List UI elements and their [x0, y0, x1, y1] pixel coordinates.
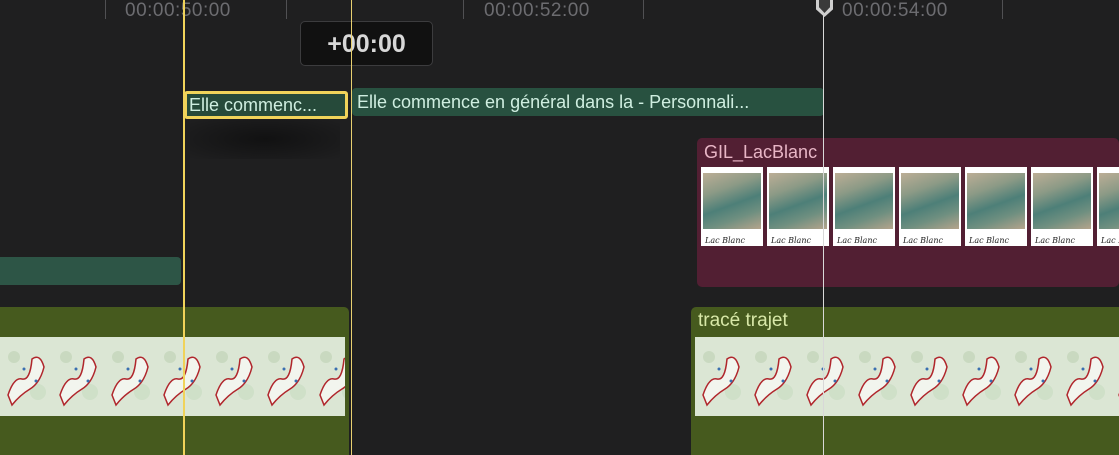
thumbnail: Lac Blanc [965, 167, 1027, 246]
map-thumbnail [695, 337, 747, 416]
timeline-ruler[interactable]: 00:00:50:00 00:00:52:00 00:00:54:00 [0, 0, 1119, 22]
ruler-timecode: 00:00:54:00 [842, 0, 948, 21]
map-thumbnail [1111, 337, 1119, 416]
map-thumbnail [903, 337, 955, 416]
filmstrip [695, 337, 1119, 416]
title-clip[interactable]: Elle commence en général dans la - Perso… [352, 88, 824, 116]
thumbnail: Lac Blanc [833, 167, 895, 246]
trim-delta-readout: +00:00 [300, 21, 433, 66]
thumbnail: Lac Blanc [767, 167, 829, 246]
drop-shadow [190, 119, 340, 159]
playhead-line[interactable] [823, 0, 824, 455]
ruler-tick [105, 0, 106, 19]
ruler-tick [1002, 0, 1003, 19]
map-thumbnail [851, 337, 903, 416]
map-thumbnail [0, 337, 52, 416]
video-clip-lacblanc[interactable]: GIL_LacBlanc Lac Blanc Lac Blanc Lac Bla… [697, 138, 1119, 287]
map-thumbnail [104, 337, 156, 416]
filmstrip: Lac Blanc Lac Blanc Lac Blanc Lac Blanc … [701, 167, 1119, 246]
ruler-timecode: 00:00:52:00 [484, 0, 590, 21]
ruler-tick [286, 0, 287, 19]
map-thumbnail [260, 337, 312, 416]
clip-name: tracé trajet [698, 310, 788, 331]
filmstrip [0, 337, 345, 416]
video-clip-trace-trajet[interactable]: tracé trajet [691, 307, 1119, 455]
map-thumbnail [747, 337, 799, 416]
thumbnail: Lac Blanc [1097, 167, 1119, 246]
edit-point-line [351, 0, 352, 455]
clip-name: GIL_LacBlanc [704, 142, 818, 162]
map-thumbnail [52, 337, 104, 416]
map-thumbnail [1059, 337, 1111, 416]
map-thumbnail [955, 337, 1007, 416]
ruler-timecode: 00:00:50:00 [125, 0, 231, 21]
thumbnail: Lac Blanc [899, 167, 961, 246]
map-thumbnail [1007, 337, 1059, 416]
thumbnail: Lac Blanc [1031, 167, 1093, 246]
map-thumbnail [208, 337, 260, 416]
ruler-tick [463, 0, 464, 19]
video-clip-primary-left[interactable] [0, 307, 349, 455]
connected-title-clip[interactable] [0, 257, 181, 285]
map-thumbnail [312, 337, 345, 416]
map-thumbnail [156, 337, 208, 416]
map-thumbnail [799, 337, 851, 416]
edit-point-line [183, 0, 185, 455]
thumbnail: Lac Blanc [701, 167, 763, 246]
title-clip-selected[interactable]: Elle commenc... [184, 91, 348, 119]
ruler-tick [643, 0, 644, 19]
